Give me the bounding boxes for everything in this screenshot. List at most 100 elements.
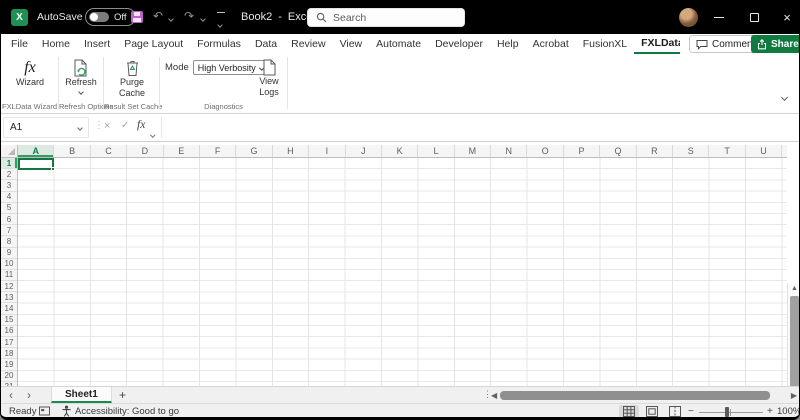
column-header[interactable]: C [91,145,127,157]
zoom-slider-track[interactable] [699,412,763,413]
row-header[interactable]: 4 [1,192,17,203]
zoom-in-icon[interactable]: + [767,406,773,417]
ribbon-tab[interactable]: Developer [428,34,490,54]
share-button[interactable]: Share [751,35,800,53]
column-header[interactable]: L [418,145,454,157]
row-header[interactable]: 15 [1,315,17,326]
ribbon-tab[interactable]: FusionXL [576,34,634,54]
formula-input[interactable] [162,117,797,138]
scroll-right-icon[interactable]: ▶ [791,391,797,400]
search-input[interactable] [333,12,443,24]
ribbon-tab[interactable]: Acrobat [526,34,576,54]
horizontal-scroll-thumb[interactable] [500,391,770,400]
ribbon-tab[interactable]: View [333,34,370,54]
row-header[interactable]: 14 [1,303,17,314]
accessibility-status[interactable]: Accessibility: Good to go [75,406,179,417]
column-header[interactable]: G [236,145,272,157]
wizard-button[interactable]: fx Wizard [11,59,49,88]
row-header[interactable]: 7 [1,225,17,236]
cancel-icon[interactable]: × [104,120,110,132]
redo-dropdown-icon[interactable] [200,16,206,22]
row-header[interactable]: 18 [1,348,17,359]
autosave-toggle[interactable]: Off [85,8,136,26]
excel-app-icon[interactable]: X [11,9,28,26]
row-header[interactable]: 1 [1,158,17,169]
row-header[interactable]: 8 [1,236,17,247]
normal-view-button[interactable] [619,405,639,418]
row-header[interactable]: 9 [1,248,17,259]
minimize-button[interactable] [703,1,735,34]
ribbon-tab[interactable]: File [4,34,35,54]
ribbon-tab[interactable]: Page Layout [117,34,190,54]
row-header[interactable]: 2 [1,169,17,180]
zoom-level[interactable]: 100% [777,406,800,417]
row-header[interactable]: 17 [1,337,17,348]
row-header[interactable]: 6 [1,214,17,225]
column-header[interactable]: R [637,145,673,157]
column-header[interactable]: D [127,145,163,157]
column-header[interactable]: S [673,145,709,157]
column-header[interactable]: V [782,145,787,157]
row-header[interactable]: 20 [1,371,17,382]
column-header[interactable]: T [709,145,745,157]
collapse-ribbon-icon[interactable] [782,89,787,107]
ribbon-tab[interactable]: Automate [369,34,428,54]
page-break-view-button[interactable] [665,405,685,418]
account-avatar[interactable] [679,8,698,27]
scroll-up-icon[interactable]: ▲ [788,283,800,294]
close-button[interactable]: × [771,1,800,34]
row-header[interactable]: 10 [1,259,17,270]
horizontal-scrollbar[interactable]: ◀ ▶ [491,388,797,403]
quick-access-customize-icon[interactable] [217,12,225,34]
enter-icon[interactable]: ✓ [121,120,129,131]
column-header[interactable]: U [746,145,782,157]
column-header[interactable]: J [346,145,382,157]
row-header[interactable]: 3 [1,180,17,191]
previous-sheet-icon[interactable]: ‹ [9,388,13,403]
fill-handle[interactable] [51,167,55,171]
refresh-dropdown-icon[interactable] [78,89,84,95]
column-header[interactable]: B [54,145,90,157]
macro-record-icon[interactable] [39,406,50,419]
column-header[interactable]: M [455,145,491,157]
column-header[interactable]: K [382,145,418,157]
row-header[interactable]: 12 [1,281,17,292]
add-sheet-icon[interactable]: + [119,388,126,402]
ribbon-tab[interactable]: Formulas [190,34,248,54]
accessibility-icon[interactable] [61,405,72,420]
zoom-out-icon[interactable]: − [688,406,694,417]
undo-icon[interactable]: ↶ [153,9,163,23]
column-header[interactable]: H [273,145,309,157]
select-all-button[interactable] [1,145,18,158]
column-header[interactable]: N [491,145,527,157]
row-header[interactable]: 11 [1,270,17,281]
column-header[interactable]: O [527,145,563,157]
redo-icon[interactable]: ↷ [184,9,194,23]
ribbon-tab[interactable]: Home [35,34,77,54]
row-header[interactable]: 16 [1,326,17,337]
ribbon-tab[interactable]: Review [284,34,332,54]
name-box[interactable]: A1 [3,117,89,138]
scroll-left-icon[interactable]: ◀ [491,391,497,400]
column-header[interactable]: E [164,145,200,157]
column-header[interactable]: A [18,145,54,157]
row-header[interactable]: 5 [1,203,17,214]
insert-function-icon[interactable]: fx [137,119,145,131]
ribbon-tab[interactable]: Insert [77,34,117,54]
row-header[interactable]: 19 [1,359,17,370]
formula-input-area[interactable] [161,117,797,138]
cell-area[interactable] [18,158,787,386]
zoom-slider-thumb[interactable] [725,407,729,417]
purge-cache-button[interactable]: Purge Cache [113,59,151,98]
column-header[interactable]: P [564,145,600,157]
page-layout-view-button[interactable] [642,405,662,418]
save-icon[interactable] [131,11,143,23]
view-logs-button[interactable]: View Logs [253,59,285,97]
row-header[interactable]: 13 [1,292,17,303]
undo-dropdown-icon[interactable] [168,16,174,22]
refresh-button[interactable]: Refresh [63,59,99,94]
search-box[interactable] [307,8,465,27]
sheet-tab-sheet1[interactable]: Sheet1 [51,387,112,403]
next-sheet-icon[interactable]: › [27,388,31,403]
ribbon-tab[interactable]: Data [248,34,284,54]
